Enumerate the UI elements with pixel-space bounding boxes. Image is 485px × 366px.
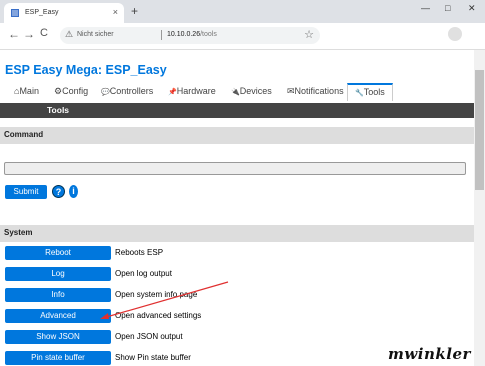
page-title: ESP Easy Mega: ESP_Easy — [5, 63, 167, 77]
url-host: 10.10.0.26 — [167, 31, 201, 38]
tab-controllers-label: Controllers — [109, 86, 154, 96]
browser-tab-strip: ESP_Easy × + — □ ✕ — [0, 0, 485, 23]
help-icon[interactable]: ? — [52, 185, 65, 198]
browser-toolbar: ← → C ⚠ Nicht sicher 10.10.0.26/tools ☆ — [0, 23, 485, 50]
log-description: Open log output — [115, 269, 172, 278]
tab-hardware-label: Hardware — [176, 86, 216, 96]
new-tab-icon[interactable]: + — [131, 4, 138, 18]
tab-hardware[interactable]: 📌Hardware — [168, 86, 216, 96]
forward-icon[interactable]: → — [23, 27, 35, 41]
pin-state-buffer-button[interactable]: Pin state buffer — [5, 351, 111, 365]
show-json-button[interactable]: Show JSON — [5, 330, 111, 344]
advanced-description: Open advanced settings — [115, 311, 202, 320]
tab-title: ESP_Easy — [25, 9, 59, 16]
pin-state-buffer-description: Show Pin state buffer — [115, 353, 191, 362]
tab-devices-label: Devices — [239, 86, 272, 96]
address-separator — [161, 30, 162, 40]
command-section-header: Command — [0, 127, 474, 144]
tab-notifications[interactable]: ✉Notifications — [287, 86, 344, 97]
wrench-icon: 🔧 — [355, 90, 364, 97]
command-section-title: Command — [4, 130, 44, 139]
tab-close-icon[interactable]: × — [113, 7, 118, 17]
tab-main[interactable]: ⌂Main — [14, 86, 39, 96]
back-icon[interactable]: ← — [8, 27, 20, 41]
show-json-description: Open JSON output — [115, 332, 183, 341]
url-text: 10.10.0.26/tools — [167, 31, 217, 38]
maximize-icon[interactable]: □ — [445, 3, 450, 13]
signature-watermark: mwinkler — [388, 345, 471, 363]
advanced-button[interactable]: Advanced — [5, 309, 111, 323]
log-button[interactable]: Log — [5, 267, 111, 281]
minimize-icon[interactable]: — — [421, 3, 430, 13]
system-section-header: System — [0, 225, 474, 242]
page-scrollbar[interactable] — [474, 50, 485, 366]
tool-row-info: Info Open system info page — [0, 288, 474, 303]
command-input[interactable] — [4, 162, 466, 175]
pin-icon: 📌 — [168, 89, 177, 96]
submit-button[interactable]: Submit — [5, 185, 47, 199]
plug-icon: 🔌 — [231, 89, 240, 96]
warning-icon: ⚠ — [65, 29, 74, 39]
scrollbar-thumb[interactable] — [475, 70, 484, 190]
tab-devices[interactable]: 🔌Devices — [231, 86, 272, 96]
system-section-title: System — [4, 228, 33, 237]
url-path: /tools — [200, 31, 217, 38]
chat-icon: 💬 — [101, 89, 110, 96]
info-icon[interactable]: i — [69, 185, 78, 198]
tab-tools[interactable]: 🔧Tools — [347, 83, 393, 101]
gear-icon: ⚙ — [54, 86, 63, 96]
tab-notifications-label: Notifications — [294, 86, 344, 96]
tab-controllers[interactable]: 💬Controllers — [101, 86, 153, 96]
info-description: Open system info page — [115, 290, 198, 299]
reload-icon[interactable]: C — [40, 27, 48, 39]
tab-tools-label: Tools — [363, 87, 385, 97]
main-menu: ⌂Main ⚙Config 💬Controllers 📌Hardware 🔌De… — [0, 83, 474, 101]
tab-main-label: Main — [19, 86, 39, 96]
info-button[interactable]: Info — [5, 288, 111, 302]
page-content: ESP Easy Mega: ESP_Easy ⌂Main ⚙Config 💬C… — [0, 50, 474, 366]
browser-tab[interactable]: ESP_Easy × — [4, 3, 124, 23]
tool-row-log: Log Open log output — [0, 267, 474, 282]
tool-row-reboot: Reboot Reboots ESP — [0, 246, 474, 261]
subbar-label: Tools — [47, 105, 70, 115]
address-bar[interactable]: ⚠ Nicht sicher 10.10.0.26/tools ☆ — [60, 27, 320, 44]
envelope-icon: ✉ — [287, 86, 295, 96]
sub-navigation-bar: Tools — [0, 103, 474, 118]
tab-config[interactable]: ⚙Config — [54, 86, 88, 97]
window-close-icon[interactable]: ✕ — [468, 3, 476, 14]
reboot-button[interactable]: Reboot — [5, 246, 111, 260]
tab-config-label: Config — [62, 86, 89, 96]
esp-favicon-icon — [11, 9, 19, 17]
reboot-description: Reboots ESP — [115, 248, 164, 257]
security-label: Nicht sicher — [77, 31, 114, 38]
bookmark-star-icon[interactable]: ☆ — [304, 28, 314, 41]
tool-row-show-json: Show JSON Open JSON output — [0, 330, 474, 345]
tool-row-advanced: Advanced Open advanced settings — [0, 309, 474, 324]
profile-avatar[interactable] — [448, 27, 462, 41]
